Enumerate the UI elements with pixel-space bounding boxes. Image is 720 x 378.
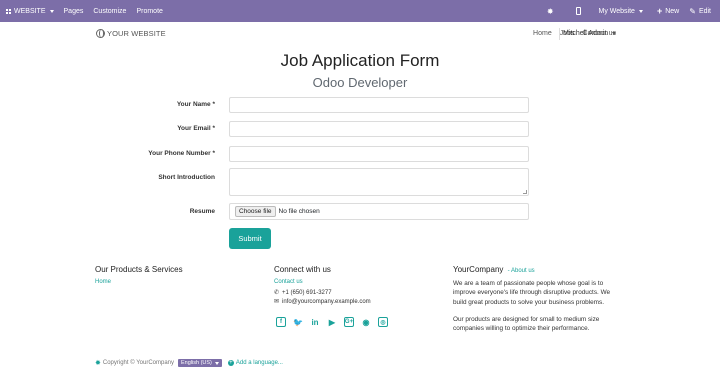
- promote-menu[interactable]: Promote: [131, 0, 167, 22]
- company-name: YourCompany: [453, 265, 504, 274]
- linkedin-icon[interactable]: in: [310, 317, 320, 327]
- globe-icon: [96, 29, 105, 38]
- odoo-gear-icon: ✸: [95, 360, 101, 367]
- edit-button-label: Edit: [698, 7, 711, 15]
- phone-icon: ✆: [274, 290, 280, 296]
- intro-label: Short Introduction: [158, 174, 215, 181]
- footer-email: ✉ info@yourcompany.example.com: [274, 298, 371, 306]
- apps-grid-icon: [6, 8, 11, 14]
- site-navbar: YOUR WEBSITE Home Jobs Contact us Mitche…: [0, 22, 720, 48]
- no-file-text: No file chosen: [278, 208, 320, 215]
- customize-menu[interactable]: Customize: [88, 0, 131, 22]
- chevron-down-icon: [49, 9, 54, 13]
- footer-phone: ✆ +1 (650) 691-3277: [274, 289, 332, 297]
- debug-button[interactable]: ✸: [542, 0, 559, 22]
- logo-text: YOUR WEBSITE: [107, 29, 166, 38]
- site-logo[interactable]: YOUR WEBSITE: [96, 29, 166, 38]
- email-text: info@yourcompany.example.com: [282, 298, 371, 305]
- mobile-preview-button[interactable]: [571, 0, 586, 22]
- copyright-text: Copyright © YourCompany: [102, 360, 175, 366]
- copyright-bar: ✸ Copyright © YourCompany English (US) +…: [95, 359, 283, 367]
- about-paragraph-1: We are a team of passionate people whose…: [453, 280, 611, 306]
- website-menu[interactable]: WEBSITE: [1, 0, 59, 22]
- plus-icon: +: [656, 6, 663, 16]
- phone-input[interactable]: [229, 146, 529, 162]
- mobile-icon: [575, 7, 581, 15]
- social-links: f 🐦 in ▶ G+ ◉ ◎: [276, 317, 395, 327]
- about-us-link[interactable]: - About us: [508, 268, 535, 274]
- user-name: Mitchell Admin: [563, 30, 609, 37]
- github-icon[interactable]: ◉: [361, 317, 371, 327]
- my-website-dropdown[interactable]: My Website: [594, 0, 648, 22]
- choose-file-button[interactable]: Choose file: [235, 206, 276, 217]
- nav-link-home[interactable]: Home: [533, 30, 552, 37]
- phone-label: Your Phone Number *: [148, 150, 215, 157]
- pages-menu[interactable]: Pages: [59, 0, 89, 22]
- new-button[interactable]: + New: [652, 0, 684, 22]
- footer-contact-link[interactable]: Contact us: [274, 279, 303, 285]
- resize-handle[interactable]: [523, 190, 527, 194]
- email-input[interactable]: [229, 121, 529, 137]
- about-paragraph-2: Our products are designed for small to m…: [453, 316, 600, 333]
- google-plus-icon[interactable]: G+: [344, 317, 354, 327]
- twitter-icon[interactable]: 🐦: [293, 317, 303, 327]
- language-label: English (US): [181, 360, 212, 366]
- language-selector[interactable]: English (US): [178, 359, 222, 367]
- resume-file-input[interactable]: Choose file No file chosen: [229, 203, 529, 220]
- phone-text: +1 (650) 691-3277: [282, 289, 332, 296]
- name-input[interactable]: [229, 97, 529, 113]
- chevron-down-icon: [214, 361, 219, 365]
- submit-button[interactable]: Submit: [229, 228, 271, 249]
- youtube-icon[interactable]: ▶: [327, 317, 337, 327]
- name-label: Your Name *: [176, 101, 215, 108]
- footer-home-link[interactable]: Home: [95, 279, 111, 285]
- nav-divider: [559, 28, 560, 40]
- connect-heading: Connect with us: [274, 265, 331, 274]
- add-language-link[interactable]: + Add a language...: [227, 360, 283, 366]
- email-label: Your Email *: [177, 125, 215, 132]
- new-button-label: New: [665, 7, 680, 15]
- products-heading: Our Products & Services: [95, 265, 183, 274]
- bug-icon: ✸: [546, 6, 554, 16]
- resume-label: Resume: [189, 208, 215, 215]
- admin-bar: WEBSITE Pages Customize Promote ✸ My Web…: [0, 0, 720, 22]
- facebook-icon[interactable]: f: [276, 317, 286, 327]
- website-menu-label: WEBSITE: [14, 7, 46, 15]
- add-language-label: Add a language...: [235, 360, 283, 366]
- edit-button[interactable]: ✎ Edit: [684, 0, 716, 22]
- intro-textarea[interactable]: [229, 168, 529, 196]
- plus-circle-icon: +: [227, 360, 234, 366]
- company-heading: YourCompany - About us: [453, 265, 535, 274]
- chevron-down-icon: [612, 32, 617, 35]
- chevron-down-icon: [638, 9, 643, 13]
- my-website-label: My Website: [598, 7, 635, 15]
- instagram-icon[interactable]: ◎: [378, 317, 388, 327]
- pencil-icon: ✎: [689, 6, 696, 16]
- job-subtitle: Odoo Developer: [312, 75, 408, 90]
- user-menu[interactable]: Mitchell Admin: [563, 30, 617, 37]
- page-title: Job Application Form: [280, 51, 440, 70]
- envelope-icon: ✉: [274, 299, 280, 305]
